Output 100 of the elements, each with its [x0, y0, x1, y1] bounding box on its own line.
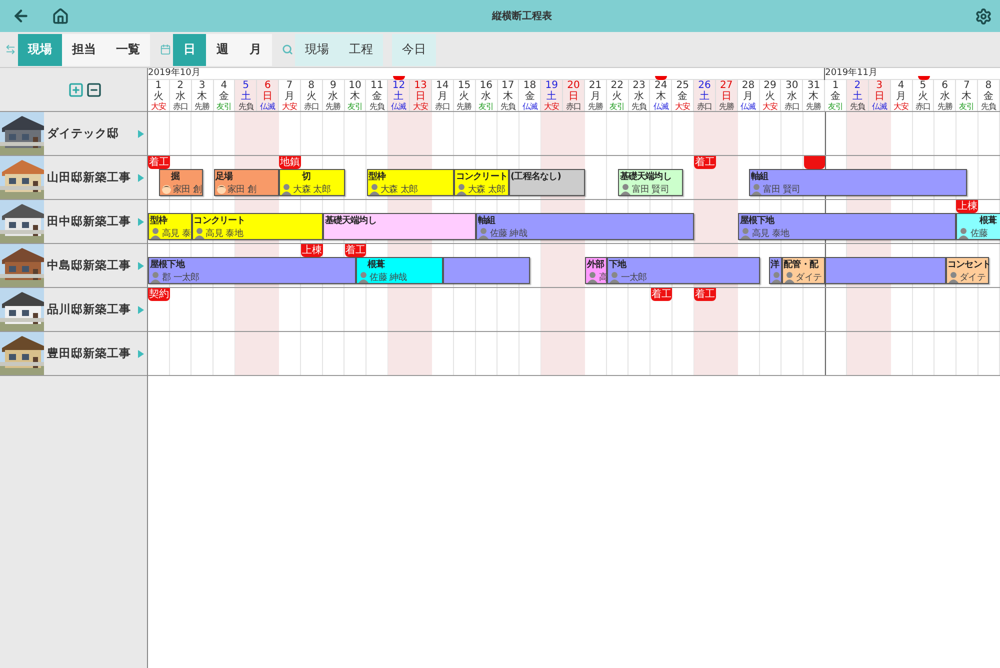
rokuyo-label: 先負: [238, 102, 254, 111]
milestone-tag[interactable]: 着工: [344, 244, 366, 257]
weekday-label: 日: [874, 91, 884, 102]
rokuyo-label: 大安: [150, 102, 166, 111]
person-icon: [478, 227, 489, 239]
weekend-shading: [716, 200, 738, 243]
task-bar[interactable]: 洋: [768, 257, 782, 284]
milestone-tag[interactable]: 着工: [694, 156, 716, 169]
task-bar[interactable]: 掘 家田 創: [158, 169, 203, 196]
milestone-tag[interactable]: 地鎮: [279, 156, 301, 169]
task-label: (工程名なし): [510, 171, 562, 183]
weekend-shading: [716, 288, 738, 331]
weekend-shading: [563, 332, 585, 375]
expand-caret-icon[interactable]: [138, 262, 144, 270]
milestone-tag[interactable]: 上棟: [956, 200, 978, 213]
task-bar[interactable]: [442, 257, 530, 284]
weekday-label: 月: [437, 91, 448, 102]
expand-caret-icon[interactable]: [138, 306, 144, 314]
task-bar[interactable]: 切 大森 太郎: [279, 169, 345, 196]
search-filter-button[interactable]: 現場: [295, 34, 339, 66]
task-label: 掘: [170, 171, 180, 183]
task-bar[interactable]: 型枠 大森 太郎: [366, 169, 454, 196]
task-bar[interactable]: 軸組 佐藤 紳哉: [476, 213, 694, 240]
weekend-shading: [541, 332, 564, 375]
task-label: 基礎天端均し: [620, 171, 672, 183]
weekend-shading: [388, 332, 410, 375]
assignee-name: ダイテ: [796, 272, 822, 284]
task-bar[interactable]: 足場 家田 創: [214, 169, 280, 196]
collapse-all-button[interactable]: [86, 82, 102, 98]
weekend-shading: [716, 332, 738, 375]
milestone-tag[interactable]: 上棟: [300, 244, 323, 257]
rokuyo-label: 先負: [850, 102, 865, 111]
milestone-tag[interactable]: 着工: [694, 288, 716, 301]
rokuyo-label: 先負: [980, 102, 996, 111]
assignee-name: 富田 賢司: [762, 184, 800, 196]
day-number: 3: [198, 80, 206, 91]
today-button[interactable]: 今日: [392, 34, 436, 66]
weekday-label: 日: [568, 91, 578, 102]
day-number: 6: [264, 80, 271, 91]
settings-button[interactable]: [975, 8, 992, 24]
view-tab[interactable]: 担当: [62, 34, 106, 66]
weekday-label: 金: [678, 91, 688, 102]
person-icon: [194, 227, 205, 239]
task-label: 型枠: [150, 215, 168, 227]
scale-tab[interactable]: 月: [239, 34, 272, 66]
task-bar[interactable]: 配管・配 ダイテ: [782, 257, 826, 284]
task-bar[interactable]: 基礎天端均し 富田 賢司: [618, 169, 684, 196]
task-bar[interactable]: コンクリート 高見 泰地: [192, 213, 323, 240]
milestone-tag[interactable]: 契約: [148, 288, 170, 301]
home-button[interactable]: [52, 8, 69, 24]
task-bar[interactable]: 型枠 高見 泰: [148, 213, 192, 240]
day-number: 19: [545, 80, 558, 91]
person-icon: [456, 183, 467, 195]
day-number: 14: [436, 80, 449, 91]
view-tab[interactable]: 一覧: [106, 34, 150, 66]
milestone-tag[interactable]: 着工: [148, 156, 170, 169]
person-icon: [620, 183, 631, 195]
task-bar[interactable]: (工程名なし): [508, 169, 585, 196]
rokuyo-label: 友引: [216, 102, 232, 111]
expand-caret-icon[interactable]: [138, 130, 144, 138]
calendar-icon: [160, 44, 171, 55]
rokuyo-label: 赤口: [172, 102, 188, 111]
rokuyo-label: 大安: [413, 102, 428, 111]
weekend-shading: [694, 332, 716, 375]
weekday-label: 月: [896, 91, 906, 102]
person-icon: [784, 271, 795, 283]
back-button[interactable]: [12, 7, 30, 25]
weekday-label: 木: [502, 91, 513, 102]
task-bar[interactable]: コンクリート 大森 太郎: [454, 169, 509, 196]
rokuyo-label: 赤口: [915, 102, 930, 111]
person-icon: [740, 227, 751, 239]
task-bar[interactable]: [825, 257, 946, 284]
milestone-marker[interactable]: [804, 156, 826, 169]
weekday-label: 火: [918, 91, 928, 102]
day-number: 16: [480, 80, 492, 91]
weekend-shading: [563, 288, 585, 331]
rokuyo-label: 大安: [282, 102, 297, 111]
milestone-tag[interactable]: 着工: [650, 288, 672, 301]
search-filter-button[interactable]: 工程: [339, 34, 383, 66]
expand-caret-icon[interactable]: [138, 350, 144, 358]
day-number: 1: [832, 80, 839, 91]
task-bar[interactable]: 屋根下地 郡 一太郎: [148, 257, 356, 284]
search-icon: [282, 44, 293, 55]
rokuyo-label: 先勝: [326, 102, 341, 111]
task-bar[interactable]: 基礎天端均し: [322, 213, 476, 240]
task-bar[interactable]: 屋根下地 高見 泰地: [738, 213, 956, 240]
expand-caret-icon[interactable]: [138, 174, 144, 182]
weekday-label: 土: [394, 91, 404, 102]
site-name: 豊田邸新築工事: [46, 346, 132, 361]
site-name: ダイテック邸: [46, 126, 120, 141]
scale-tab[interactable]: 週: [206, 34, 239, 66]
task-bar[interactable]: 下地 一太郎: [606, 257, 760, 284]
person-icon: [750, 183, 762, 195]
task-bar[interactable]: 根葺 佐藤: [956, 213, 1000, 240]
task-bar[interactable]: 軸組 富田 賢司: [748, 169, 968, 196]
task-bar[interactable]: 根葺 佐藤 紳哉: [356, 257, 443, 284]
day-number: 26: [698, 80, 711, 91]
expand-caret-icon[interactable]: [138, 218, 144, 226]
weekday-label: 水: [634, 91, 644, 102]
assignee-name: 佐藤 紳哉: [370, 272, 407, 284]
